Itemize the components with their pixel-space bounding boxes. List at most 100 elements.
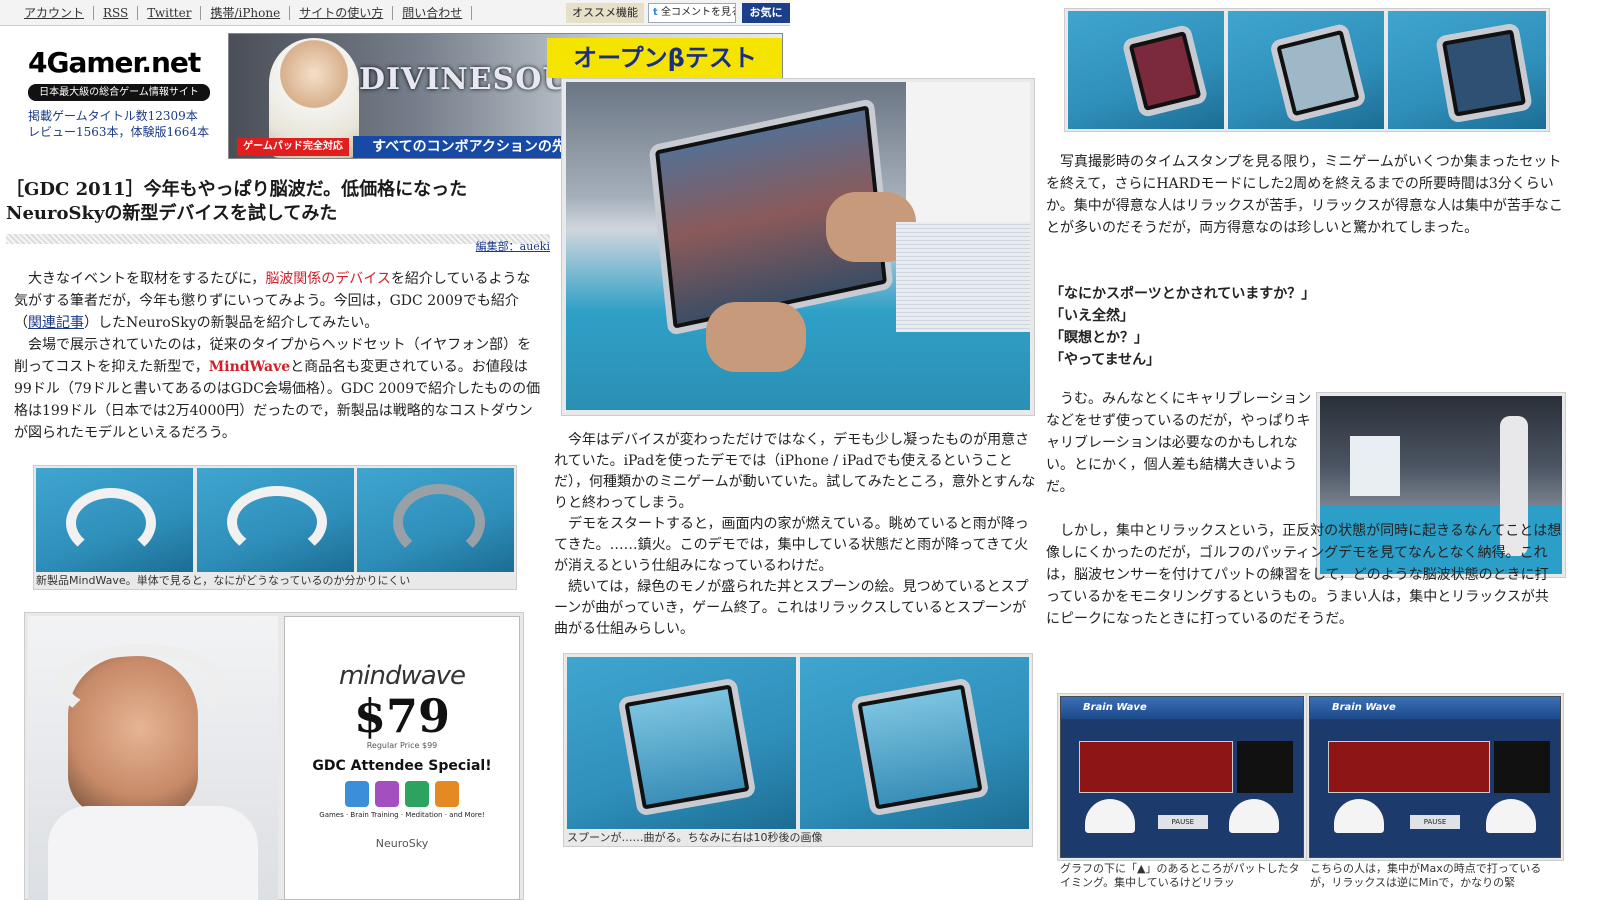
related-article-link[interactable]: 関連記事: [28, 315, 84, 331]
poster-brand: mindwave: [338, 661, 466, 691]
all-comments-label: 全コメントを見る: [660, 7, 736, 18]
right-paragraph-1: 写真撮影時のタイムスタンプを見る限り，ミニゲームがいくつか集まったセットを終えて…: [1046, 151, 1564, 239]
paragraph-mid-1: 今年はデバイスが変わっただけではなく，デモも少し凝ったものが用意されていた。iP…: [554, 432, 1036, 511]
nav-link-rss[interactable]: RSS: [94, 5, 139, 20]
poster-app-icons: [285, 781, 519, 807]
banner-game-logo: DIVINESOUL: [359, 62, 592, 97]
ipad-device: [850, 677, 990, 817]
brainwave-screen-photo-2[interactable]: Brain Wave PAUSE: [1309, 696, 1561, 858]
caption-brainwave-1: グラフの下に「▲」のあるところがパットしたタイミング。集中しているけどリラッ: [1060, 862, 1300, 889]
quotes-block: 「なにかスポーツとかされていますか？」 「いえ全然」 「瞑想とか？」 「やってま…: [1050, 283, 1550, 371]
twitter-icon: t: [653, 7, 658, 18]
mindwave-poster[interactable]: mindwave $79 Regular Price $99 GDC Atten…: [284, 616, 520, 900]
right-paragraph-3: しかし，集中とリラックスという，正反対の状態が同時に起きるなんてことは想像しにく…: [1046, 520, 1562, 630]
site-stats-titles: 掲載ゲームタイトル数12309本: [28, 109, 198, 123]
meditation-gauge: [1229, 799, 1279, 833]
nav-link-twitter[interactable]: Twitter: [138, 5, 202, 20]
paragraph-2: 会場で展示されていたのは，従来のタイプからヘッドセット（イヤフォン部）を削ってコ…: [14, 334, 542, 444]
sleeve-shape: [896, 222, 1030, 332]
ipad-device: [1121, 23, 1209, 119]
site-logo[interactable]: 4Gamer.net: [28, 48, 208, 78]
mindwave-name: MindWave: [208, 359, 291, 375]
nav-link-mobile[interactable]: 携帯/iPhone: [201, 5, 291, 20]
quote-line: 「いえ全然」: [1050, 308, 1134, 324]
headset-shape: [56, 644, 226, 724]
app-icon: [345, 781, 369, 807]
right-paragraph-2: うむ。みんなとくにキャリブレーションなどをせず使っているのだが，やっぱりキャリブ…: [1046, 388, 1314, 498]
article-title: ［GDC 2011］今年もやっぱり脳波だ。低価格になったNeuroSkyの新型デ…: [6, 179, 468, 224]
site-tagline: 日本最大級の総合ゲーム情報サイト: [28, 84, 210, 101]
brainwave-graph: [1328, 741, 1490, 793]
quote-line: 「やってません」: [1050, 352, 1161, 368]
brainwave-devices-link[interactable]: 脳波関係のデバイス: [265, 271, 391, 287]
monitor-stand: [1350, 436, 1400, 496]
brainwave-raw-graph: [1237, 741, 1293, 793]
nav-link-contact[interactable]: 問い合わせ: [393, 5, 473, 20]
paragraph-right-1: 写真撮影時のタイムスタンプを見る限り，ミニゲームがいくつか集まったセットを終えて…: [1046, 154, 1563, 236]
attention-gauge: [1085, 799, 1135, 833]
ipad-screen: [862, 689, 978, 805]
pause-button: PAUSE: [1410, 815, 1460, 829]
middle-paragraphs: 今年はデバイスが変わっただけではなく，デモも少し凝ったものが用意されていた。iP…: [554, 430, 1039, 640]
recommended-features-label: オススメ機能: [566, 3, 644, 23]
paragraph-1-text-c: ）したNeuroSkyの新製品を紹介してみたい。: [84, 315, 379, 331]
quote-line: 「なにかスポーツとかされていますか？」: [1050, 286, 1316, 302]
headset-shape: [66, 488, 156, 558]
brainwave-screen-photo-1[interactable]: Brain Wave PAUSE: [1060, 696, 1304, 858]
paragraph-mid-3: 続いては，緑色のモノが盛られた丼とスプーンの絵。見つめているとスプーンが曲がって…: [554, 579, 1029, 637]
spoon-photo-2[interactable]: [800, 657, 1029, 829]
brainwave-raw-graph: [1494, 741, 1550, 793]
top-nav: アカウント RSS Twitter 携帯/iPhone サイトの使い方 問い合わ…: [0, 0, 790, 26]
mindwave-photo-2[interactable]: [197, 468, 354, 572]
man-wearing-headset-photo[interactable]: [28, 616, 278, 900]
brainwave-graph: [1079, 741, 1233, 793]
site-stats-reviews: レビュー1563本，体験版1664本: [28, 125, 210, 139]
ipad-screen: [1133, 35, 1197, 107]
ipad-device: [617, 677, 757, 817]
ipad-sequence-photo-2[interactable]: [1228, 11, 1384, 129]
app-icon: [405, 781, 429, 807]
banner-gamepad-text: ゲームパッド完全対応: [237, 138, 349, 156]
mindwave-photo-1[interactable]: [36, 468, 193, 572]
paragraph-right-3-text-a: しかし，集中とリラックスという，正反対の状態が同時に起きるなんてことは想像しにく…: [1046, 523, 1562, 561]
ipad-screen: [1281, 34, 1355, 112]
poster-regular-price: Regular Price $99: [366, 741, 438, 750]
shirt-shape: [48, 806, 258, 900]
mindwave-photo-3[interactable]: [357, 468, 514, 572]
ipad-demo-photo[interactable]: [566, 82, 1030, 410]
paragraph-right-3: しかし，集中とリラックスという，正反対の状態が同時に起きるなんてことは想像しにく…: [1046, 520, 1562, 630]
ipad-sequence-photo-3[interactable]: [1388, 11, 1546, 129]
poster-special: GDC Attendee Special!: [312, 758, 492, 774]
favorite-button[interactable]: お気に: [742, 3, 790, 23]
ipad-sequence-photo-1[interactable]: [1068, 11, 1224, 129]
nav-link-howto[interactable]: サイトの使い方: [290, 5, 394, 20]
paragraph-1: 大きなイベントを取材をするたびに，脳波関係のデバイスを紹介しているような気がする…: [14, 268, 542, 334]
spoon-photo-1[interactable]: [567, 657, 796, 829]
headset-shape: [393, 484, 485, 560]
ipad-device: [1434, 22, 1534, 124]
attention-gauge: [1334, 799, 1384, 833]
app-icon: [435, 781, 459, 807]
white-pillar: [906, 82, 1030, 232]
site-stats: 掲載ゲームタイトル数12309本 レビュー1563本，体験版1664本: [28, 108, 209, 140]
caption-mindwave: 新製品MindWave。単体で見ると，なにがどうなっているのか分かりにくい: [36, 574, 411, 587]
banner-combo-text: すべてのコンボアクションの先: [353, 136, 585, 158]
paragraph-right-2: うむ。みんなとくにキャリブレーションなどをせず使っているのだが，やっぱりキャリブ…: [1046, 391, 1312, 495]
ipad-device: [1269, 22, 1367, 124]
nav-link-account[interactable]: アカウント: [0, 5, 95, 20]
banner-beta-text: オープンβテスト: [547, 38, 782, 78]
all-comments-button[interactable]: t 全コメントを見る: [648, 3, 736, 23]
poster-price: $79: [353, 689, 451, 743]
hand-shape: [706, 302, 806, 372]
ipad-screen: [1446, 33, 1522, 113]
caption-spoon: スプーンが……曲がる。ちなみに右は10秒後の画像: [567, 831, 823, 844]
headset-shape: [227, 486, 327, 558]
intro-paragraphs: 大きなイベントを取材をするたびに，脳波関係のデバイスを紹介しているような気がする…: [14, 268, 542, 444]
brainwave-app-title: Brain Wave: [1310, 697, 1560, 719]
author-link[interactable]: 編集部：aueki: [440, 238, 550, 254]
quote-line: 「瞑想とか？」: [1050, 330, 1148, 346]
poster-games-line: Games · Brain Training · Meditation · an…: [319, 811, 485, 819]
app-icon: [375, 781, 399, 807]
meditation-gauge: [1486, 799, 1536, 833]
paragraph-1-text-a: 大きなイベントを取材をするたびに，: [28, 271, 266, 287]
